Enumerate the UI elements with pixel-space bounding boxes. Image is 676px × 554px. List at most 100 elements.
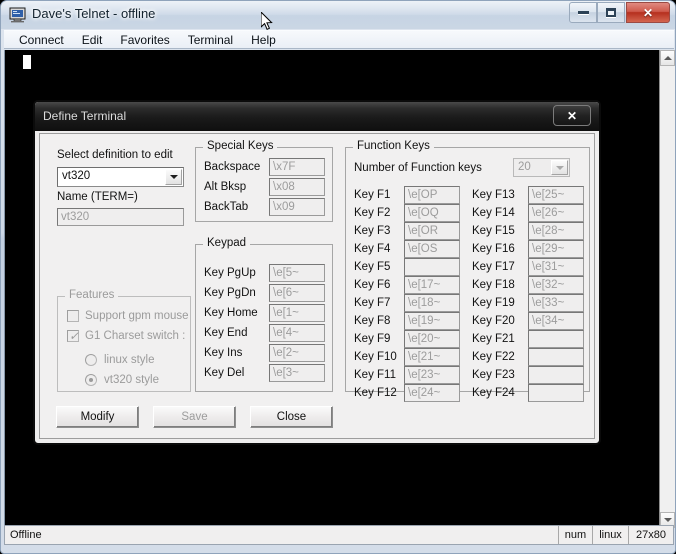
fkey-field-f2[interactable]: \e[OQ <box>404 204 460 222</box>
close-dialog-button[interactable]: Close <box>250 406 333 428</box>
fkey-field-f24[interactable] <box>528 384 584 402</box>
fkey-label-f24: Key F24 <box>472 387 515 399</box>
fkey-field-f16[interactable]: \e[29~ <box>528 240 584 258</box>
fkey-label-f12: Key F12 <box>354 387 397 399</box>
definition-select-dropdown[interactable]: vt320 <box>57 167 184 187</box>
fkey-field-f14[interactable]: \e[26~ <box>528 204 584 222</box>
fkey-label-f3: Key F3 <box>354 225 391 237</box>
keypad-label-home: Key Home <box>204 307 258 319</box>
dialog-titlebar: Define Terminal ✕ <box>35 102 599 131</box>
fkey-field-f22[interactable] <box>528 348 584 366</box>
menubar: Connect Edit Favorites Terminal Help <box>4 30 674 49</box>
scroll-up-arrow-icon[interactable] <box>660 50 675 66</box>
fkey-field-f12[interactable]: \e[24~ <box>404 384 460 402</box>
radio-linux-style-label: linux style <box>104 354 155 366</box>
keypad-field-end[interactable]: \e[4~ <box>269 324 325 342</box>
select-definition-label: Select definition to edit <box>57 149 173 161</box>
dialog-body: Select definition to edit vt320 Name (TE… <box>39 133 595 439</box>
keypad-group-title: Keypad <box>203 237 251 249</box>
term-name-label: Name (TERM=) <box>57 191 138 203</box>
telnet-application-window: Dave's Telnet - offline ✕ Connect Edit F… <box>0 0 676 554</box>
keypad-label-del: Key Del <box>204 367 245 379</box>
gpm-mouse-label: Support gpm mouse <box>85 310 189 322</box>
keypad-field-pgup[interactable]: \e[5~ <box>269 264 325 282</box>
charset-switch-checkbox[interactable]: ✓ <box>67 330 79 342</box>
keypad-field-pgdn[interactable]: \e[6~ <box>269 284 325 302</box>
special-key-field-backspace[interactable]: \x7F <box>269 158 325 176</box>
special-key-field-backtab[interactable]: \x09 <box>269 198 325 216</box>
menu-item-help[interactable]: Help <box>242 32 285 48</box>
fkey-field-f23[interactable] <box>528 366 584 384</box>
keypad-group: Keypad Key PgUp \e[5~ Key PgDn \e[6~ Key… <box>195 237 333 392</box>
gpm-mouse-checkbox[interactable] <box>67 310 79 322</box>
special-key-field-alt-bksp[interactable]: \x08 <box>269 178 325 196</box>
fkey-field-f8[interactable]: \e[19~ <box>404 312 460 330</box>
fkey-label-f9: Key F9 <box>354 333 391 345</box>
fkey-label-f4: Key F4 <box>354 243 391 255</box>
fkey-field-f4[interactable]: \e[OS <box>404 240 460 258</box>
keypad-label-end: Key End <box>204 327 248 339</box>
keypad-field-del[interactable]: \e[3~ <box>269 364 325 382</box>
menu-item-favorites[interactable]: Favorites <box>111 32 178 48</box>
fkey-label-f21: Key F21 <box>472 333 515 345</box>
fkey-label-f1: Key F1 <box>354 189 391 201</box>
minimize-button[interactable] <box>569 2 597 23</box>
features-group-title: Features <box>65 289 119 301</box>
fkey-label-f18: Key F18 <box>472 279 515 291</box>
fkey-field-f19[interactable]: \e[33~ <box>528 294 584 312</box>
fkey-field-f17[interactable]: \e[31~ <box>528 258 584 276</box>
function-keys-group: Function Keys Number of Function keys 20… <box>345 140 590 402</box>
dialog-close-button[interactable]: ✕ <box>553 105 591 126</box>
keypad-field-home[interactable]: \e[1~ <box>269 304 325 322</box>
window-titlebar: Dave's Telnet - offline ✕ <box>1 1 675 29</box>
function-keys-count-dropdown[interactable]: 20 <box>513 158 570 177</box>
fkey-field-f10[interactable]: \e[21~ <box>404 348 460 366</box>
fkey-label-f2: Key F2 <box>354 207 391 219</box>
save-button[interactable]: Save <box>153 406 236 428</box>
define-terminal-dialog: Define Terminal ✕ Select definition to e… <box>33 100 601 445</box>
term-name-field[interactable]: vt320 <box>57 208 184 226</box>
fkey-label-f15: Key F15 <box>472 225 515 237</box>
menu-item-terminal[interactable]: Terminal <box>179 32 242 48</box>
fkey-label-f7: Key F7 <box>354 297 391 309</box>
fkey-field-f6[interactable]: \e[17~ <box>404 276 460 294</box>
chevron-down-icon[interactable] <box>551 160 568 175</box>
fkey-field-f13[interactable]: \e[25~ <box>528 186 584 204</box>
fkey-label-f17: Key F17 <box>472 261 515 273</box>
menu-item-edit[interactable]: Edit <box>73 32 112 48</box>
menu-item-connect[interactable]: Connect <box>10 32 73 48</box>
fkey-field-f9[interactable]: \e[20~ <box>404 330 460 348</box>
fkey-label-f23: Key F23 <box>472 369 515 381</box>
status-terminal-type: linux <box>593 526 629 544</box>
window-title: Dave's Telnet - offline <box>32 6 156 21</box>
radio-vt320-style[interactable] <box>85 374 97 386</box>
radio-selected-dot-icon <box>89 378 93 382</box>
fkey-field-f1[interactable]: \e[OP <box>404 186 460 204</box>
fkey-field-f7[interactable]: \e[18~ <box>404 294 460 312</box>
fkey-field-f21[interactable] <box>528 330 584 348</box>
fkey-field-f20[interactable]: \e[34~ <box>528 312 584 330</box>
special-key-label-backspace: Backspace <box>204 161 261 173</box>
status-screen-size: 27x80 <box>636 529 666 541</box>
keypad-field-ins[interactable]: \e[2~ <box>269 344 325 362</box>
keypad-label-pgdn: Key PgDn <box>204 287 256 299</box>
modify-button[interactable]: Modify <box>56 406 139 428</box>
maximize-button[interactable] <box>597 2 625 23</box>
fkey-field-f15[interactable]: \e[28~ <box>528 222 584 240</box>
terminal-cursor <box>23 55 31 69</box>
fkey-label-f13: Key F13 <box>472 189 515 201</box>
close-window-button[interactable]: ✕ <box>626 2 670 23</box>
fkey-field-f11[interactable]: \e[23~ <box>404 366 460 384</box>
charset-switch-label: G1 Charset switch : <box>85 330 186 342</box>
fkey-field-f5[interactable] <box>404 258 460 276</box>
special-keys-group: Special Keys Backspace \x7F Alt Bksp \x0… <box>195 140 333 222</box>
terminal-scrollbar[interactable] <box>659 50 675 528</box>
dialog-title: Define Terminal <box>43 109 127 123</box>
keypad-label-pgup: Key PgUp <box>204 267 256 279</box>
fkey-field-f18[interactable]: \e[32~ <box>528 276 584 294</box>
minimize-icon <box>570 3 596 22</box>
fkey-field-f3[interactable]: \e[OR <box>404 222 460 240</box>
status-num-indicator: num <box>559 526 593 544</box>
chevron-down-icon[interactable] <box>165 169 182 185</box>
radio-linux-style[interactable] <box>85 354 97 366</box>
